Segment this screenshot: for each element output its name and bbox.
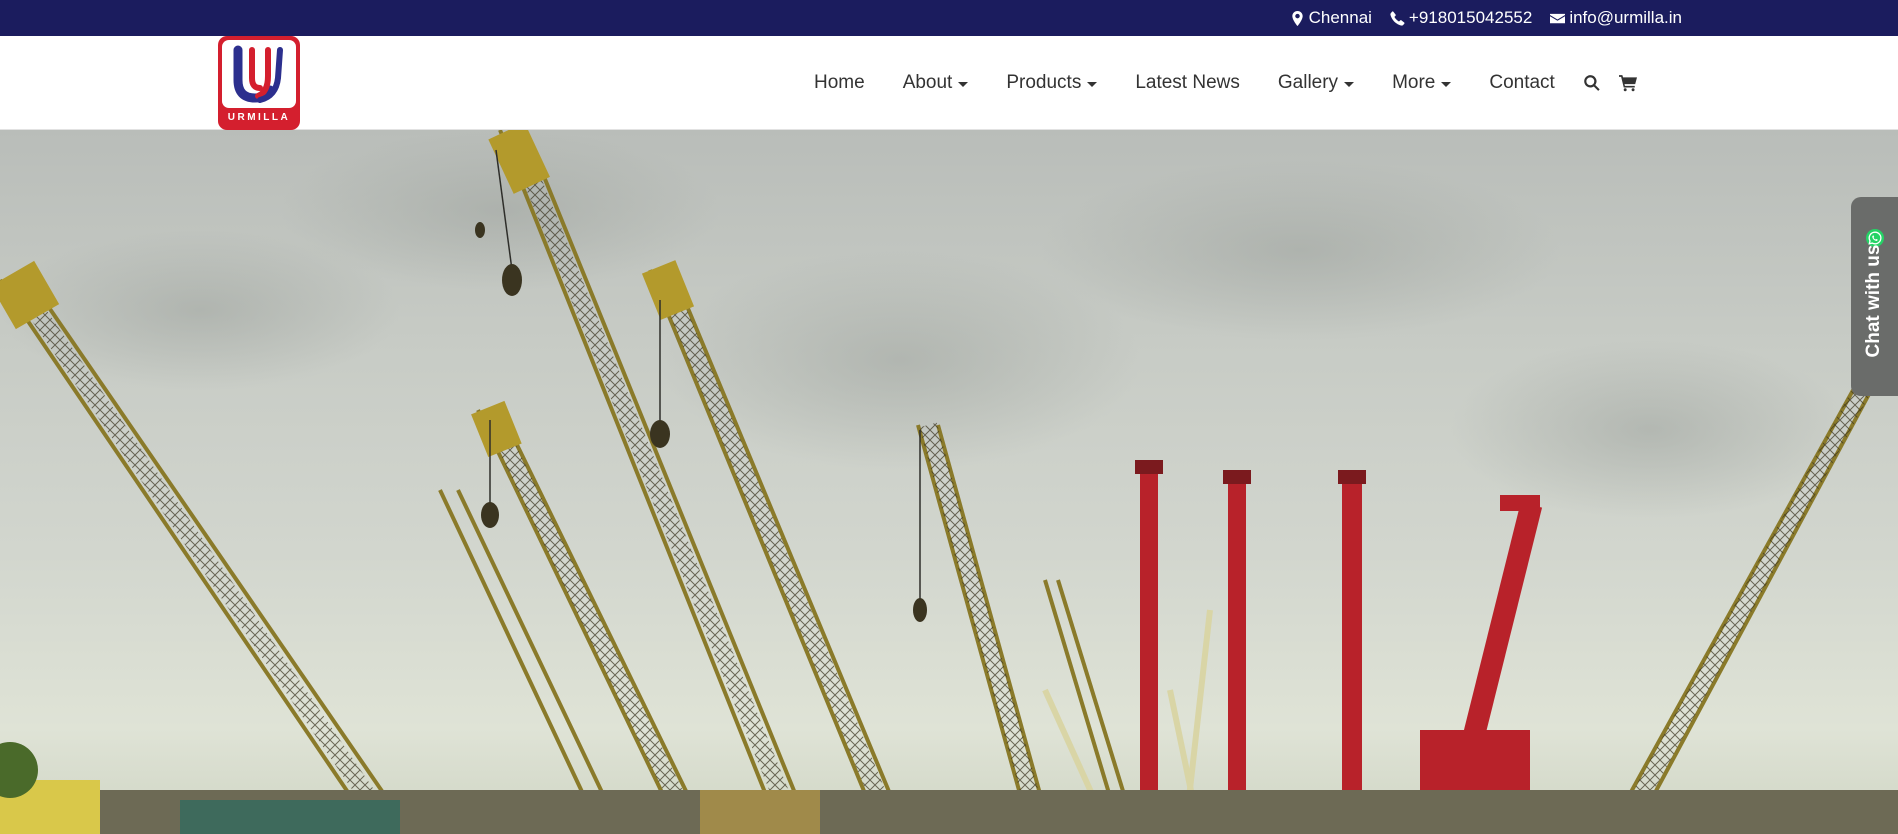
contact-info: Chennai +918015042552 info@urmilla.in (1290, 0, 1682, 36)
caret-down-icon (958, 82, 969, 87)
map-marker-icon (1290, 10, 1305, 26)
nav-latest-news[interactable]: Latest News (1116, 72, 1259, 94)
nav-products[interactable]: Products (987, 72, 1116, 94)
chat-with-us-tab[interactable]: Chat with us (1851, 197, 1898, 396)
main-navigation: Home About Products Latest News Gallery … (795, 36, 1646, 130)
nav-about[interactable]: About (884, 72, 988, 94)
caret-down-icon (1441, 82, 1452, 87)
hero-banner (0, 130, 1898, 834)
phone-item[interactable]: +918015042552 (1390, 8, 1532, 28)
top-info-bar: Chennai +918015042552 info@urmilla.in (0, 0, 1898, 36)
cart-button[interactable] (1610, 74, 1646, 92)
caret-down-icon (1344, 82, 1355, 87)
email-item[interactable]: info@urmilla.in (1550, 8, 1682, 28)
nav-more[interactable]: More (1373, 72, 1470, 94)
phone-icon (1390, 10, 1405, 26)
search-icon (1583, 74, 1601, 92)
caret-down-icon (1087, 82, 1098, 87)
nav-products-label: Products (1006, 72, 1082, 93)
nav-more-label: More (1392, 72, 1436, 93)
nav-latest-news-label: Latest News (1135, 72, 1240, 93)
nav-about-label: About (902, 72, 953, 93)
brand-logo[interactable]: URMILLA (218, 36, 300, 130)
search-button[interactable] (1574, 74, 1610, 92)
nav-contact[interactable]: Contact (1470, 72, 1573, 94)
hero-image (0, 130, 1898, 834)
location-text: Chennai (1308, 8, 1372, 27)
nav-home[interactable]: Home (795, 72, 884, 94)
envelope-icon (1550, 11, 1566, 26)
logo-wordmark: URMILLA (227, 112, 291, 123)
nav-gallery[interactable]: Gallery (1259, 72, 1373, 94)
nav-contact-label: Contact (1489, 72, 1555, 93)
nav-home-label: Home (814, 72, 865, 93)
phone-text[interactable]: +918015042552 (1409, 8, 1532, 28)
chat-label: Chat with us (1863, 244, 1884, 358)
logo-mark (222, 40, 296, 108)
location-item: Chennai (1290, 8, 1372, 28)
email-text[interactable]: info@urmilla.in (1569, 8, 1682, 28)
nav-gallery-label: Gallery (1277, 72, 1339, 93)
site-header: URMILLA Home About Products Latest News … (0, 36, 1898, 130)
cart-icon (1618, 74, 1637, 92)
